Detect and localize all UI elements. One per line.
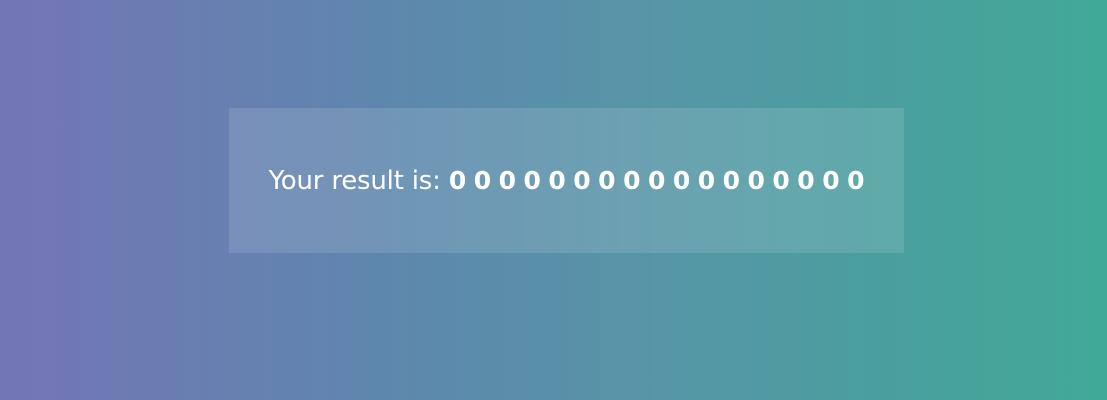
result-digit: 0 [772,165,790,195]
result-digit: 0 [623,165,641,195]
result-digit: 0 [548,165,566,195]
result-digit: 0 [573,165,591,195]
result-digit: 0 [797,165,815,195]
result-digit: 0 [697,165,715,195]
result-panel: Your result is: 00000000000000000 [229,108,904,253]
result-digit: 0 [498,165,516,195]
result-digit: 0 [747,165,765,195]
result-digit: 0 [722,165,740,195]
result-digit: 0 [448,165,467,195]
result-digit: 0 [647,165,666,195]
result-digit: 0 [598,165,616,195]
result-line: Your result is: 00000000000000000 [269,166,865,196]
result-digit: 0 [822,165,840,195]
result-digit: 0 [523,165,541,195]
result-digit: 0 [473,165,491,195]
result-digit: 0 [847,165,865,195]
result-digit: 0 [672,165,691,195]
result-label: Your result is: [268,165,441,196]
result-digits: 00000000000000000 [449,166,865,195]
